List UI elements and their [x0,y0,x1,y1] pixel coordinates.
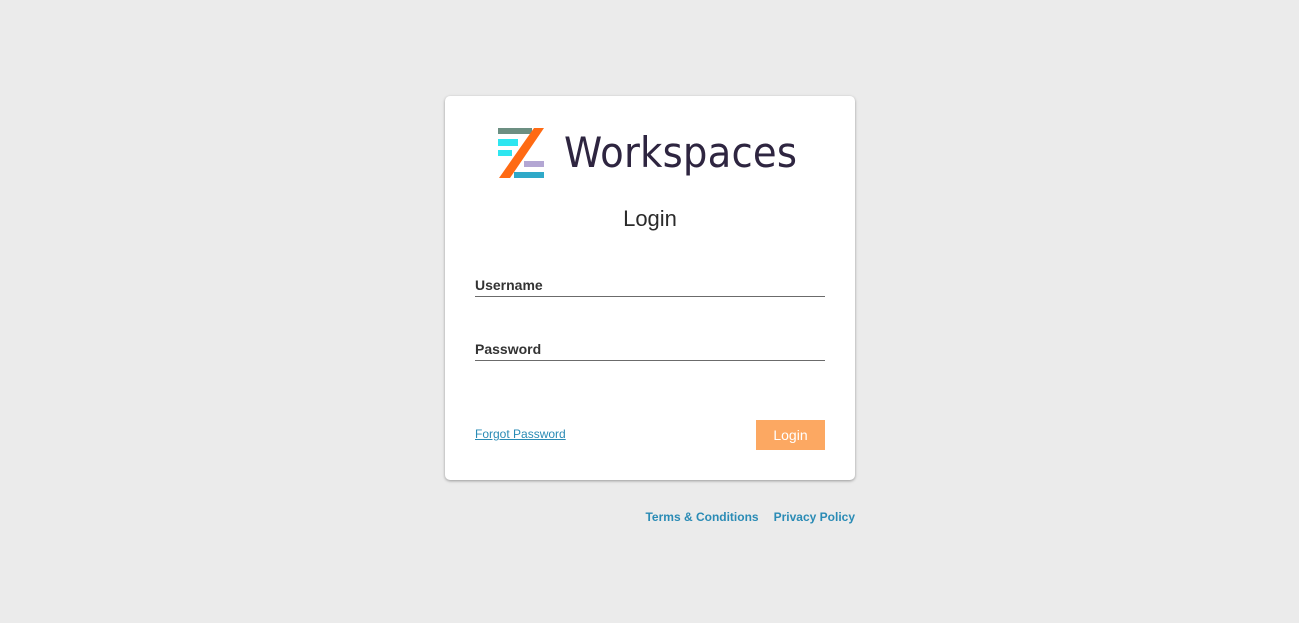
password-input[interactable] [475,334,829,360]
login-card: Workspaces Login Username Password Forgo… [445,96,855,480]
page-title: Login [623,206,677,231]
brand: Workspaces [498,128,817,178]
forgot-password-link[interactable]: Forgot Password [475,427,566,441]
password-field[interactable]: Password [475,334,829,361]
terms-link[interactable]: Terms & Conditions [645,510,758,524]
privacy-policy-link[interactable]: Privacy Policy [774,510,855,524]
footer-links: Terms & Conditions Privacy Policy [645,510,855,524]
brand-name: Workspaces [564,128,798,177]
username-input[interactable] [475,270,829,296]
username-field[interactable]: Username [475,270,829,297]
login-button[interactable]: Login [756,420,825,450]
workspaces-z-logo-icon [498,128,544,178]
